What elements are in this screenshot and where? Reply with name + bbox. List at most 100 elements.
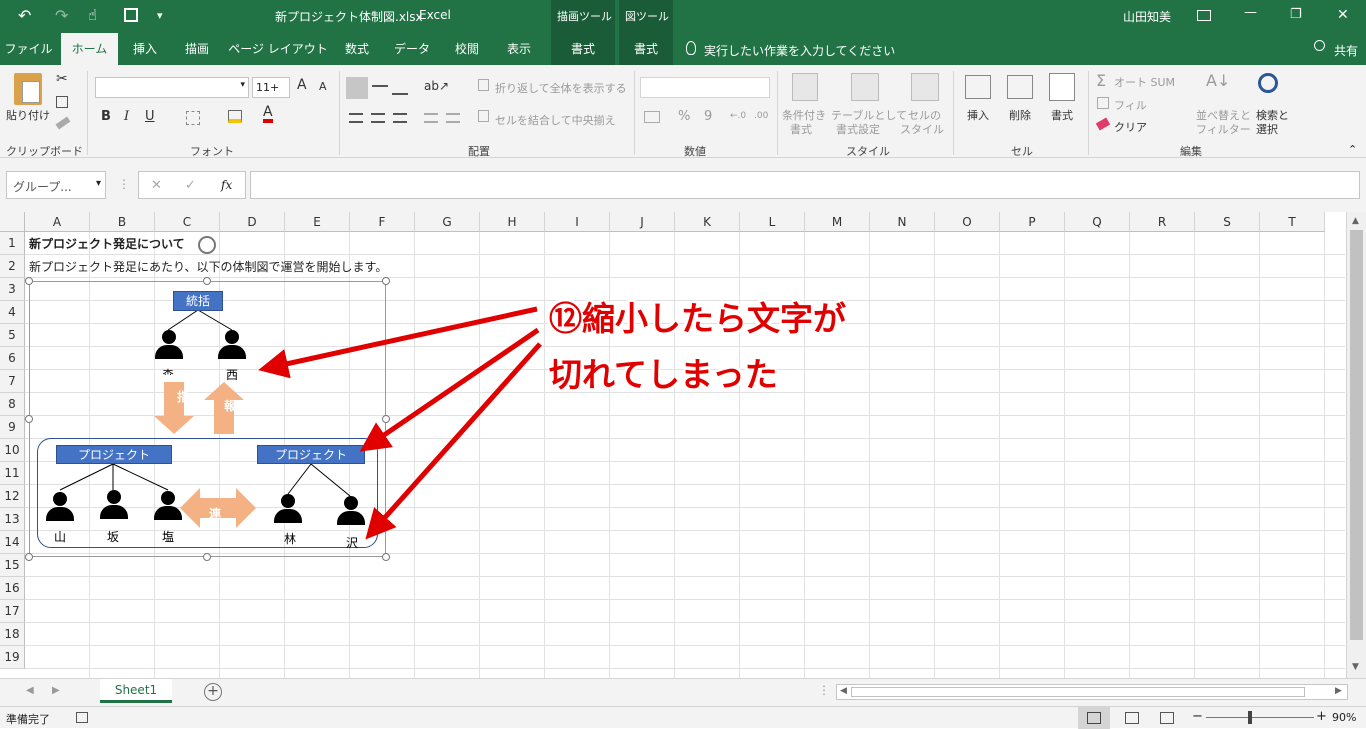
decrease-decimal-button[interactable]: .00: [754, 111, 768, 121]
align-middle-icon[interactable]: [372, 85, 388, 87]
undo-icon[interactable]: ↶: [18, 6, 31, 25]
vertical-scroll-thumb[interactable]: [1350, 230, 1363, 640]
font-color-icon[interactable]: A: [263, 105, 273, 123]
column-header[interactable]: J: [610, 212, 675, 232]
number-format-select[interactable]: [640, 77, 770, 98]
fill-color-icon[interactable]: [228, 110, 242, 123]
percent-button[interactable]: %: [678, 109, 690, 124]
save-icon[interactable]: [124, 8, 138, 22]
macro-record-icon[interactable]: [76, 712, 88, 723]
column-header[interactable]: P: [1000, 212, 1065, 232]
normal-view-button[interactable]: [1078, 707, 1110, 729]
page-layout-view-icon[interactable]: [1125, 712, 1139, 724]
cancel-icon[interactable]: ✕: [151, 178, 162, 193]
clear-button[interactable]: クリア: [1114, 119, 1147, 135]
close-button[interactable]: ✕: [1337, 7, 1349, 23]
column-header[interactable]: R: [1130, 212, 1195, 232]
merge-center-button[interactable]: セルを結合して中央揃え: [495, 112, 616, 128]
touch-mode-icon[interactable]: ☝: [88, 6, 97, 24]
wrap-text-button[interactable]: 折り返して全体を表示する: [495, 80, 627, 96]
user-name[interactable]: 山田知美: [1123, 8, 1171, 25]
align-top-icon[interactable]: [346, 77, 368, 99]
scroll-left-icon[interactable]: ◀: [840, 686, 847, 696]
shrink-font-button[interactable]: A: [319, 80, 327, 93]
zoom-slider[interactable]: [1206, 717, 1314, 718]
scroll-right-sheet-icon[interactable]: ▶: [52, 685, 60, 696]
row-header[interactable]: 17: [0, 600, 25, 623]
decrease-indent-icon[interactable]: [424, 113, 438, 123]
row-header[interactable]: 18: [0, 623, 25, 646]
column-header[interactable]: S: [1195, 212, 1260, 232]
restore-button[interactable]: ❐: [1290, 7, 1302, 22]
worksheet-grid[interactable]: ABCDEFGHIJKLMNOPQRST 1 2 3 4 5 6 7 8 9 10 11 12 13 14…: [0, 212, 1366, 682]
formula-input[interactable]: [250, 171, 1360, 199]
tab-picture-format[interactable]: 書式: [619, 33, 673, 65]
align-right-icon[interactable]: [393, 113, 407, 123]
italic-button[interactable]: I: [124, 109, 129, 124]
ribbon-display-options-icon[interactable]: [1197, 10, 1211, 21]
tab-data[interactable]: データ: [386, 33, 438, 65]
grow-font-button[interactable]: A: [297, 77, 307, 93]
tab-insert[interactable]: 挿入: [122, 33, 168, 65]
tab-review[interactable]: 校閲: [444, 33, 490, 65]
tab-split-dots[interactable]: ⋮: [818, 683, 830, 697]
tab-file[interactable]: ファイル: [0, 33, 57, 65]
border-icon[interactable]: [186, 111, 200, 125]
tell-me-input[interactable]: 実行したい作業を入力してください: [704, 42, 895, 59]
accounting-format-icon[interactable]: [644, 111, 660, 123]
redo-icon[interactable]: ↷: [55, 6, 68, 25]
tab-drawing-format[interactable]: 書式: [551, 33, 615, 65]
minimize-button[interactable]: —: [1244, 5, 1257, 20]
zoom-in-button[interactable]: +: [1316, 709, 1327, 724]
column-header[interactable]: K: [675, 212, 740, 232]
font-size-select[interactable]: 11+: [252, 77, 290, 98]
delete-cells-button[interactable]: 削除: [1009, 107, 1031, 123]
tab-home[interactable]: ホーム: [61, 33, 118, 65]
increase-decimal-button[interactable]: ←.0: [730, 111, 746, 121]
align-bottom-icon[interactable]: [392, 93, 408, 95]
add-sheet-button[interactable]: +: [204, 683, 222, 701]
scroll-up-icon[interactable]: ▲: [1352, 216, 1359, 226]
underline-button[interactable]: U: [145, 109, 155, 124]
comma-button[interactable]: 9: [704, 109, 712, 124]
align-center-icon[interactable]: [371, 113, 385, 123]
horizontal-scrollbar[interactable]: ◀ ▶: [836, 684, 1348, 700]
paste-icon[interactable]: [14, 73, 42, 105]
autosum-button[interactable]: オート SUM: [1114, 74, 1175, 90]
horizontal-scroll-thumb[interactable]: [851, 687, 1305, 697]
increase-indent-icon[interactable]: [446, 113, 460, 123]
zoom-out-button[interactable]: −: [1192, 709, 1203, 724]
column-header[interactable]: M: [805, 212, 870, 232]
tab-formulas[interactable]: 数式: [334, 33, 380, 65]
format-cells-button[interactable]: 書式: [1051, 107, 1073, 123]
align-left-icon[interactable]: [349, 113, 363, 123]
share-button[interactable]: 共有: [1334, 42, 1358, 59]
enter-icon[interactable]: ✓: [185, 178, 196, 193]
tab-draw[interactable]: 描画: [174, 33, 220, 65]
sheet-tab-sheet1[interactable]: Sheet1: [100, 679, 172, 703]
scroll-right-icon[interactable]: ▶: [1335, 686, 1342, 696]
page-break-view-icon[interactable]: [1160, 712, 1174, 724]
fill-button[interactable]: フィル: [1114, 97, 1147, 113]
paste-button[interactable]: 貼り付け: [6, 107, 50, 123]
customize-qat-icon[interactable]: ▾: [157, 9, 163, 22]
column-header[interactable]: N: [870, 212, 935, 232]
cut-icon[interactable]: ✂: [56, 71, 68, 87]
tab-view[interactable]: 表示: [496, 33, 542, 65]
column-header[interactable]: Q: [1065, 212, 1130, 232]
row-header[interactable]: 19: [0, 646, 25, 669]
row-header[interactable]: 16: [0, 577, 25, 600]
column-header[interactable]: L: [740, 212, 805, 232]
insert-cells-button[interactable]: 挿入: [967, 107, 989, 123]
tab-page-layout[interactable]: ページ レイアウト: [228, 33, 328, 65]
scroll-down-icon[interactable]: ▼: [1352, 662, 1359, 672]
column-header[interactable]: O: [935, 212, 1000, 232]
vertical-scrollbar[interactable]: ▲ ▼: [1346, 212, 1366, 678]
font-name-select[interactable]: ▾: [95, 77, 249, 98]
copy-icon[interactable]: [56, 96, 68, 108]
orientation-icon[interactable]: ab↗: [424, 79, 449, 93]
zoom-level[interactable]: 90%: [1332, 711, 1356, 724]
column-header[interactable]: T: [1260, 212, 1325, 232]
insert-function-icon[interactable]: fx: [221, 178, 232, 192]
bold-button[interactable]: B: [101, 109, 111, 124]
